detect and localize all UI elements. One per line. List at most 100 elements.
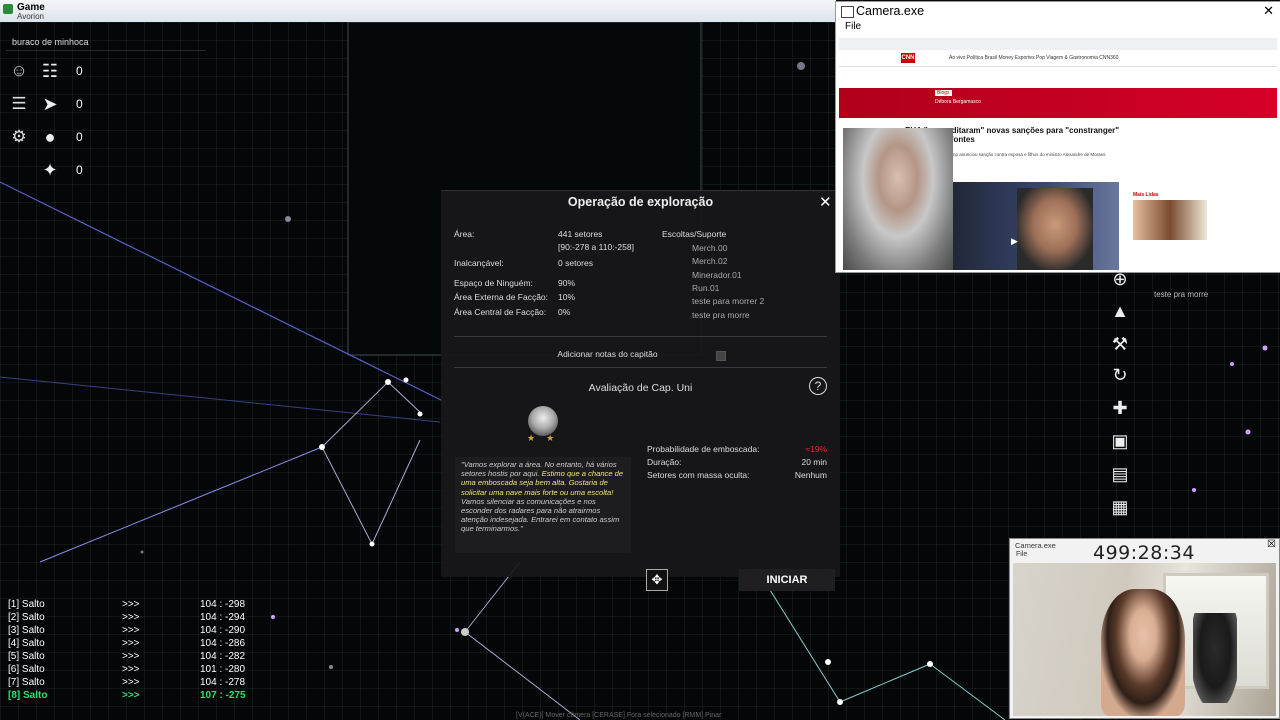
add-crate-icon[interactable]: ✚ bbox=[1106, 395, 1134, 421]
close-icon[interactable]: ✕ bbox=[819, 193, 832, 211]
jump-coords: 104 : -290 bbox=[200, 625, 246, 636]
hud-counter-value: 0 bbox=[76, 64, 83, 78]
jump-row[interactable]: [5] Salto >>> 104 : -282 bbox=[4, 650, 260, 663]
camera2-feed bbox=[1013, 563, 1276, 716]
start-button[interactable]: INICIAR bbox=[739, 569, 835, 591]
game-app-icon bbox=[3, 4, 13, 14]
ship-name-label: teste pra morre bbox=[1154, 290, 1209, 299]
jump-arrow: >>> bbox=[122, 638, 140, 649]
sector-name-field[interactable]: buraco de minhoca bbox=[6, 34, 206, 51]
jump-label: [4] Salto bbox=[8, 638, 45, 649]
jump-coords: 104 : -294 bbox=[200, 612, 246, 623]
escort-item[interactable]: teste para morrer 2 bbox=[692, 296, 764, 306]
browser-bar bbox=[839, 38, 1277, 50]
captain-quote-box: "Vamos explorar a área. No entanto, há v… bbox=[455, 457, 631, 553]
fleet-icon[interactable]: ▲ bbox=[1106, 298, 1134, 324]
jump-coords: 101 : -280 bbox=[200, 664, 246, 675]
hud-counter-value: 0 bbox=[76, 163, 83, 177]
outer-area-label: Área Externa de Facção: bbox=[454, 292, 549, 302]
site-logo: CNN bbox=[901, 53, 915, 63]
jump-arrow: >>> bbox=[122, 625, 140, 636]
escorts-header: Escoltas/Suporte bbox=[662, 229, 727, 239]
exploration-dialog: Operação de exploração ✕ Área: 441 setor… bbox=[441, 190, 840, 591]
jump-row[interactable]: [3] Salto >>> 104 : -290 bbox=[4, 624, 260, 637]
hidden-mass-label: Setores com massa oculta: bbox=[647, 470, 750, 480]
jump-row[interactable]: [8] Salto >>> 107 : -275 bbox=[4, 689, 260, 702]
escort-item[interactable]: Run.01 bbox=[692, 283, 719, 293]
captain-quote: "Vamos explorar a área. No entanto, há v… bbox=[461, 460, 629, 534]
camera2-menu-file[interactable]: File bbox=[1016, 551, 1027, 558]
jump-coords: 104 : -278 bbox=[200, 677, 246, 688]
rocket-icon[interactable]: ➤ bbox=[38, 93, 62, 115]
webcam-cat bbox=[1193, 613, 1237, 703]
move-icon[interactable]: ✥ bbox=[646, 569, 668, 591]
camera2-title: Camera.exe bbox=[1015, 541, 1056, 550]
keyboard-hints: [V(ACE)] Mover câmera [CERASE] Fora sele… bbox=[516, 712, 722, 719]
camera1-title: Camera.exe bbox=[856, 4, 925, 18]
camera1-menu-file[interactable]: File bbox=[836, 20, 1280, 34]
refresh-icon[interactable]: ↻ bbox=[1106, 362, 1134, 388]
jump-arrow: >>> bbox=[122, 664, 140, 675]
hidden-mass-value: Nenhum bbox=[794, 470, 827, 480]
close-icon[interactable]: ✕ bbox=[1263, 3, 1274, 19]
hud-counter-row[interactable]: ⚙ ● 0 bbox=[8, 126, 82, 148]
ambush-value: ≈19% bbox=[805, 444, 827, 454]
jump-label: [8] Salto bbox=[8, 690, 48, 701]
captain-stars: ★★ bbox=[527, 433, 566, 443]
jump-row[interactable]: [2] Salto >>> 104 : -294 bbox=[4, 611, 260, 624]
build-icon[interactable]: ⚒ bbox=[1106, 331, 1134, 357]
jump-label: [1] Salto bbox=[8, 599, 45, 610]
cargo-icon[interactable]: ▣ bbox=[1106, 428, 1134, 454]
camera-icon bbox=[841, 6, 854, 18]
cube-icon[interactable]: ▤ bbox=[1106, 461, 1134, 487]
fighter-icon[interactable]: ✦ bbox=[38, 159, 62, 181]
banner-tag: Blogs bbox=[935, 90, 952, 96]
add-notes-checkbox[interactable] bbox=[716, 351, 726, 361]
jump-row[interactable]: [4] Salto >>> 104 : -286 bbox=[4, 637, 260, 650]
hud-counter-row[interactable]: ☰ ➤ 0 bbox=[8, 93, 83, 115]
jump-row[interactable]: [6] Salto >>> 101 : -280 bbox=[4, 663, 260, 676]
jump-row[interactable]: [1] Salto >>> 104 : -298 bbox=[4, 598, 260, 611]
hud-counter-value: 0 bbox=[76, 97, 83, 111]
rating-title: Avaliação de Cap. Uni bbox=[588, 382, 693, 394]
camera-window-1[interactable]: Camera.exe ✕ File CNN Ao vivo Política B… bbox=[835, 1, 1280, 273]
duration-label: Duração: bbox=[647, 457, 682, 467]
jump-row[interactable]: [7] Salto >>> 104 : -278 bbox=[4, 676, 260, 689]
captain-avatar bbox=[528, 406, 558, 436]
jump-arrow: >>> bbox=[122, 677, 140, 688]
jump-label: [5] Salto bbox=[8, 651, 45, 662]
camera1-titlebar[interactable]: Camera.exe ✕ bbox=[836, 2, 1280, 20]
hud-counter-row[interactable]: ✦ 0 bbox=[8, 159, 83, 181]
area-value: 441 setores bbox=[558, 229, 603, 239]
jump-label: [7] Salto bbox=[8, 677, 45, 688]
area-label: Área: bbox=[454, 229, 475, 239]
escort-item[interactable]: Minerador.01 bbox=[692, 270, 742, 280]
escort-item[interactable]: Merch.00 bbox=[692, 243, 727, 253]
station-icon[interactable]: ☷ bbox=[38, 60, 62, 82]
blank-icon bbox=[8, 159, 30, 181]
ore-icon[interactable]: ● bbox=[38, 126, 62, 148]
escort-item[interactable]: teste pra morre bbox=[692, 310, 750, 320]
gear-icon[interactable]: ⚙ bbox=[8, 126, 30, 148]
game-titlebar: Game Avorion bbox=[0, 0, 836, 22]
quote-part2: Vamos silenciar as comunicações e nos es… bbox=[461, 496, 620, 534]
no-mans-value: 90% bbox=[558, 278, 576, 288]
escort-item[interactable]: Merch.02 bbox=[692, 256, 727, 266]
help-icon[interactable]: ? bbox=[809, 377, 827, 395]
cubes-icon[interactable]: ▦ bbox=[1106, 494, 1134, 520]
play-icon: ▶ bbox=[1011, 236, 1018, 246]
outer-area-value: 10% bbox=[558, 292, 576, 302]
stream-timer: 499:28:34 bbox=[1093, 542, 1195, 564]
red-banner: Blogs Débora Bergamasco bbox=[839, 88, 1277, 118]
duration-value: 20 min bbox=[801, 457, 827, 467]
central-area-label: Área Central de Facção: bbox=[454, 307, 547, 317]
side-thumbnail bbox=[1133, 200, 1207, 240]
jump-coords: 104 : -282 bbox=[200, 651, 246, 662]
captain-icon[interactable]: ☺ bbox=[8, 60, 30, 82]
divider bbox=[454, 336, 827, 337]
hud-counter-row[interactable]: ☺ ☷ 0 bbox=[8, 60, 83, 82]
close-icon[interactable]: ☒ bbox=[1267, 539, 1276, 550]
list-icon[interactable]: ☰ bbox=[8, 93, 30, 115]
central-area-value: 0% bbox=[558, 307, 571, 317]
camera-window-2[interactable]: Camera.exe 499:28:34 ☒ File bbox=[1009, 538, 1280, 719]
